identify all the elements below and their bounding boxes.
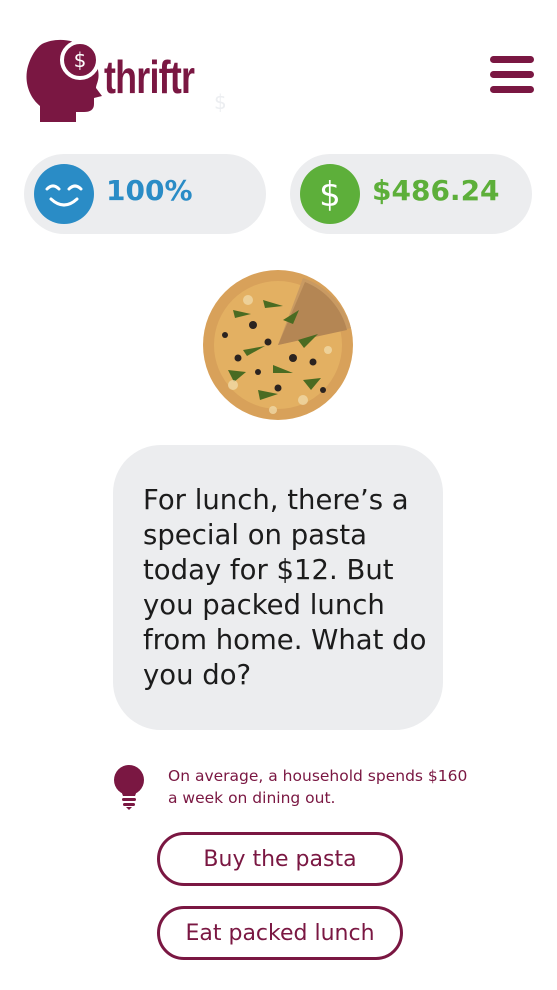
dollar-symbol: $ [319,175,341,215]
tip-text: On average, a household spends $160 a we… [168,767,468,807]
eat-packed-lunch-button[interactable]: Eat packed lunch [157,906,403,960]
head-logo-icon: $ [26,39,102,122]
lightbulb-icon [112,764,146,810]
hamburger-menu-button[interactable] [490,56,534,100]
buy-pasta-button[interactable]: Buy the pasta [157,832,403,886]
balance-meter: $ $486.24 [290,154,532,234]
ghost-dollar-symbol: $ [214,90,227,114]
scenario-bubble: For lunch, there’s a special on pasta to… [113,445,443,730]
pizza-image [203,270,353,420]
hamburger-bar [490,86,534,93]
smiley-face-icon [34,164,94,224]
happiness-value: 100% [106,174,193,207]
hamburger-menu-icon [490,56,534,63]
app-header: $ thriftr $ [0,0,557,140]
scenario-message: For lunch, there’s a special on pasta to… [143,484,427,691]
dollar-icon: $ [300,164,360,224]
logo-dollar-symbol: $ [74,48,87,72]
hamburger-bar [490,71,534,78]
app-name: thriftr [104,51,195,103]
balance-value: $486.24 [372,174,500,207]
tip-box: On average, a household spends $160 a we… [112,764,472,814]
happiness-meter: 100% [24,154,266,234]
